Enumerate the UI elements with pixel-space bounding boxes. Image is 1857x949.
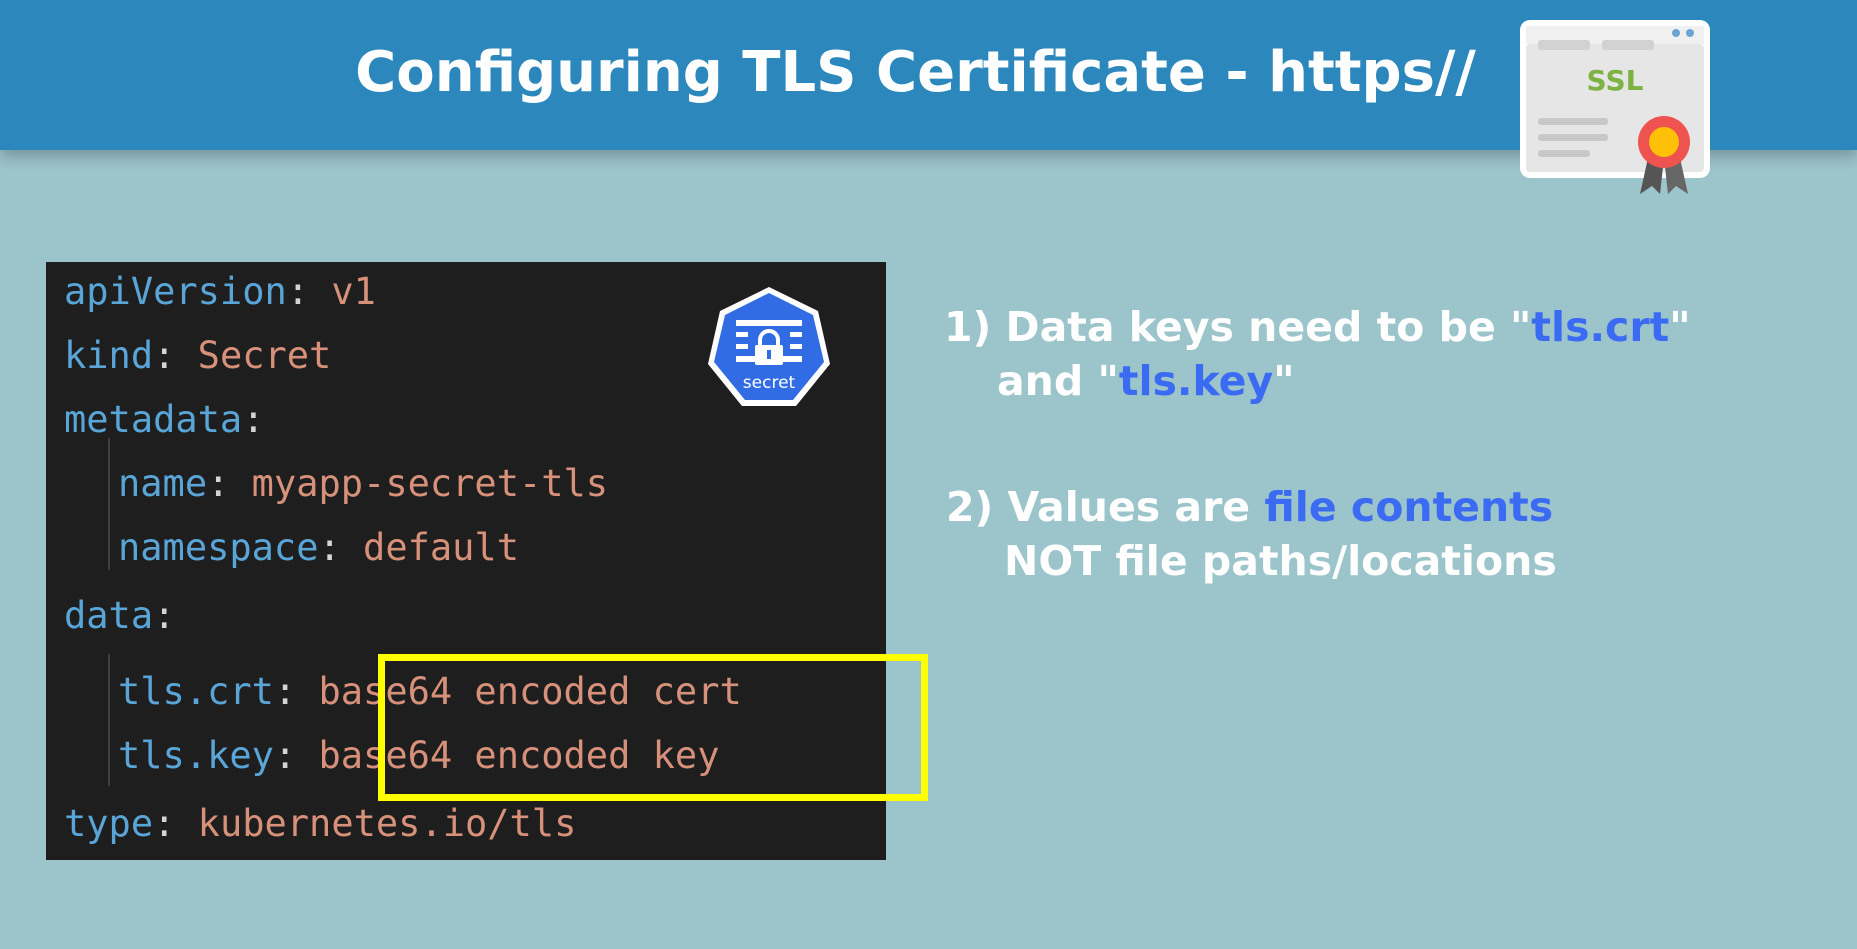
secret-icon-label: secret (743, 373, 796, 393)
highlight-box (378, 654, 928, 801)
code-line: apiVersion: v1 (64, 270, 376, 313)
point-2-line-1: 2) Values are file contents (946, 483, 1554, 531)
point-2-line-2: NOT file paths/locations (1004, 537, 1557, 585)
code-line: metadata: (64, 398, 265, 441)
code-line: kind: Secret (64, 334, 332, 377)
indent-guide (108, 654, 110, 786)
point-1-line-1: 1) Data keys need to be "tls.crt" (944, 303, 1691, 351)
code-line: namespace: default (118, 526, 519, 569)
indent-guide (108, 438, 110, 570)
code-line: data: (64, 594, 176, 637)
yaml-code-panel: apiVersion: v1 kind: Secret metadata: na… (46, 262, 928, 860)
code-line: name: myapp-secret-tls (118, 462, 609, 505)
ssl-badge-text: SSL (1587, 64, 1644, 97)
ssl-certificate-icon: SSL (1520, 20, 1710, 194)
code-line: type: kubernetes.io/tls (64, 802, 577, 845)
point-1-line-2: and "tls.key" (997, 357, 1295, 405)
kubernetes-secret-icon: secret (708, 287, 830, 406)
